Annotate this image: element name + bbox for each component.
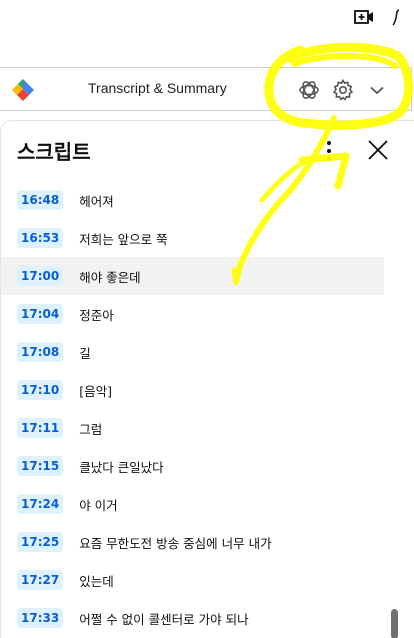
- transcript-segment[interactable]: 16:48 헤어져: [1, 181, 384, 219]
- segment-text: 클났다 큰일났다: [79, 459, 164, 475]
- gear-icon: [332, 78, 354, 101]
- scrollbar-thumb[interactable]: [391, 609, 398, 638]
- expand-button[interactable]: [365, 78, 389, 102]
- chevron-down-icon: [370, 86, 384, 95]
- transcript-segment[interactable]: 17:27 있는데: [1, 561, 384, 599]
- segment-timestamp[interactable]: 17:11: [17, 418, 64, 438]
- more-vert-icon: [327, 141, 331, 145]
- transcript-segment-active[interactable]: 17:00 해야 좋은데: [1, 257, 384, 295]
- extension-actions: [297, 78, 389, 102]
- transcript-panel-header: 스크립트: [1, 121, 414, 177]
- transcript-segment[interactable]: 17:15 클났다 큰일났다: [1, 447, 384, 485]
- segment-text: 야 이거: [79, 497, 118, 513]
- transcript-segment[interactable]: 17:25 요즘 무한도전 방송 중심에 너무 내가: [1, 523, 384, 561]
- transcript-segment-list: 16:48 헤어져 16:53 저희는 앞으로 쭉 17:00 해야 좋은데 1…: [1, 181, 384, 637]
- segment-timestamp[interactable]: 17:27: [17, 570, 64, 590]
- extension-logo-icon: [12, 79, 34, 101]
- segment-timestamp[interactable]: 16:48: [17, 190, 64, 210]
- transcript-segment[interactable]: 17:24 야 이거: [1, 485, 384, 523]
- extension-title: Transcript & Summary: [88, 80, 227, 96]
- info-icon: [392, 9, 400, 26]
- segment-timestamp[interactable]: 17:04: [17, 304, 64, 324]
- add-video-button[interactable]: [354, 9, 374, 25]
- transcript-segment[interactable]: 17:08 길: [1, 333, 384, 371]
- panel-title: 스크립트: [17, 140, 91, 164]
- segment-text: 헤어져: [79, 193, 114, 209]
- chatgpt-summary-button[interactable]: [297, 78, 321, 102]
- add-video-icon: [354, 10, 373, 24]
- segment-timestamp[interactable]: 16:53: [17, 228, 64, 248]
- segment-timestamp[interactable]: 17:15: [17, 456, 64, 476]
- segment-timestamp[interactable]: 17:08: [17, 342, 64, 362]
- segment-text: 어쩔 수 없이 콜센터로 가야 되나: [79, 611, 249, 627]
- segment-text: [음악]: [79, 383, 112, 399]
- transcript-segment[interactable]: 17:10 [음악]: [1, 371, 384, 409]
- openai-icon: [299, 81, 319, 99]
- info-button[interactable]: [392, 8, 402, 26]
- segment-timestamp[interactable]: 17:00: [17, 266, 64, 286]
- transcript-panel: 스크립트 16:48 헤어져 16:53 저희는 앞으로 쭉 17:00 해야 …: [0, 120, 414, 638]
- segment-text: 요즘 무한도전 방송 중심에 너무 내가: [79, 535, 272, 551]
- segment-timestamp[interactable]: 17:24: [17, 494, 64, 514]
- transcript-segment[interactable]: 17:11 그럼: [1, 409, 384, 447]
- transcript-segment[interactable]: 17:33 어쩔 수 없이 콜센터로 가야 되나: [1, 599, 384, 637]
- top-toolbar: [354, 6, 414, 28]
- segment-timestamp[interactable]: 17:25: [17, 532, 64, 552]
- segment-text: 정준아: [79, 307, 114, 323]
- segment-text: 해야 좋은데: [79, 269, 141, 285]
- segment-timestamp[interactable]: 17:10: [17, 380, 64, 400]
- segment-text: 있는데: [79, 573, 114, 589]
- extension-header: Transcript & Summary: [0, 67, 412, 111]
- segment-text: 그럼: [79, 421, 103, 437]
- segment-text: 저희는 앞으로 쭉: [79, 231, 168, 247]
- close-icon[interactable]: [365, 137, 391, 163]
- segment-text: 길: [79, 345, 91, 361]
- transcript-segment[interactable]: 17:04 정준아: [1, 295, 384, 333]
- segment-timestamp[interactable]: 17:33: [17, 608, 64, 628]
- more-options-button[interactable]: [319, 139, 339, 163]
- settings-button[interactable]: [331, 78, 355, 102]
- transcript-segment[interactable]: 16:53 저희는 앞으로 쭉: [1, 219, 384, 257]
